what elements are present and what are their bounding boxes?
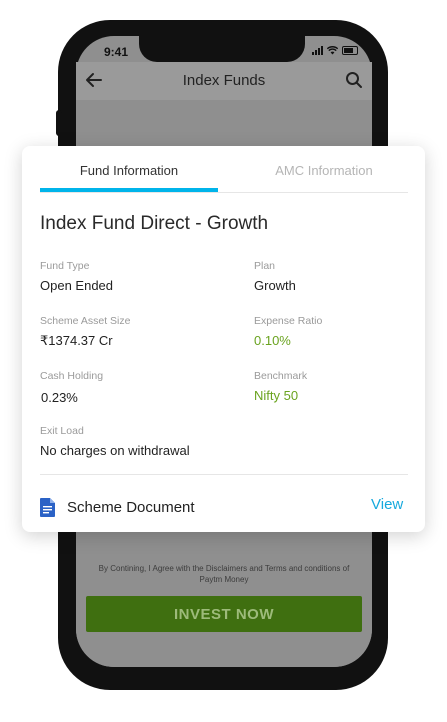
disclaimer-text: By Contining, I Agree with the Disclaime… [98,564,350,584]
phone-notch [139,36,305,62]
active-tab-indicator [40,188,218,192]
section-divider [40,474,408,475]
tab-amc-information[interactable]: AMC Information [235,163,413,178]
battery-icon [342,46,358,55]
plan-value: Growth [254,278,296,293]
wifi-icon [327,46,338,55]
benchmark-label: Benchmark [254,370,308,382]
status-time: 9:41 [104,45,129,59]
view-document-link[interactable]: View [371,496,403,513]
plan-label: Plan [254,260,276,272]
fund-type-value: Open Ended [40,278,114,293]
fund-type-label: Fund Type [40,260,90,272]
cash-holding-value: 0.23% [41,390,78,405]
status-icons [312,46,358,55]
signal-icon [312,46,323,55]
tab-fund-information[interactable]: Fund Information [40,163,218,178]
fund-info-card: Fund Information AMC Information Index F… [22,146,425,532]
fund-name: Index Fund Direct - Growth [40,213,269,234]
scheme-asset-size-label: Scheme Asset Size [40,315,131,327]
scheme-asset-size-value: ₹1374.37 Cr [40,333,113,348]
expense-ratio-value: 0.10% [254,333,291,348]
invest-now-button[interactable]: INVEST NOW [86,596,362,632]
phone-side-button [56,110,62,136]
search-icon[interactable] [345,71,363,89]
scheme-document-label: Scheme Document [67,499,195,516]
tab-bar: Fund Information AMC Information [40,146,408,193]
exit-load-value: No charges on withdrawal [40,443,190,458]
cash-holding-label: Cash Holding [40,370,104,382]
benchmark-value: Nifty 50 [254,388,299,403]
page-title: Index Funds [182,72,266,89]
exit-load-label: Exit Load [40,425,84,437]
document-icon [40,498,55,517]
expense-ratio-label: Expense Ratio [254,315,323,327]
